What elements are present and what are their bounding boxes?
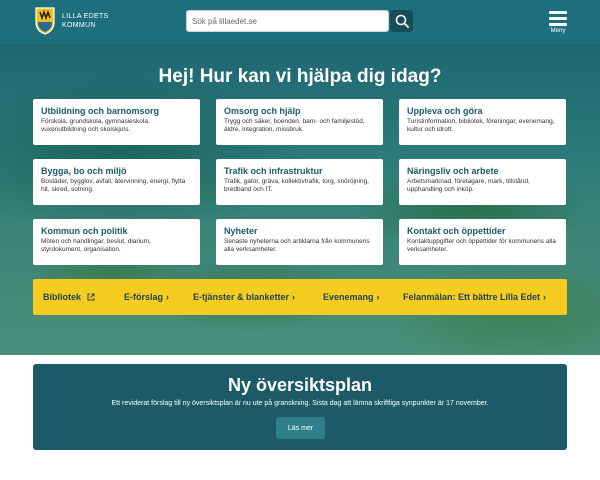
site-header: LILLA EDETS KOMMUN Meny <box>0 0 600 44</box>
card-uppleva[interactable]: Uppleva och göra Turistinformation, bibl… <box>399 99 566 145</box>
hamburger-icon-bar <box>549 17 567 20</box>
card-trafik[interactable]: Trafik och infrastruktur Trafik, gator, … <box>216 159 383 205</box>
read-more-button[interactable]: Läs mer <box>276 417 325 439</box>
municipality-logo[interactable] <box>33 6 57 36</box>
chevron-right-icon: › <box>292 292 296 302</box>
card-kontakt[interactable]: Kontakt och öppettider Kontaktuppgifter … <box>399 219 566 265</box>
quick-link-label: E-förslag <box>124 292 164 302</box>
quick-link-label: E-tjänster & blanketter <box>193 292 290 302</box>
quick-link-bibliotek[interactable]: Bibliotek <box>43 279 95 315</box>
search-input[interactable] <box>187 11 388 32</box>
logo-line-2: KOMMUN <box>62 22 96 29</box>
card-description: Kontaktuppgifter och öppettider för komm… <box>407 238 556 253</box>
announcement-banner: Ny översiktsplan Ett reviderat förslag t… <box>33 364 567 450</box>
card-description: Möten och handlingar, beslut, diarium, s… <box>41 238 151 253</box>
card-title: Näringsliv och arbete <box>407 166 499 176</box>
hero-section: Hej! Hur kan vi hjälpa dig idag? Utbildn… <box>0 44 600 355</box>
card-title: Omsorg och hjälp <box>224 106 301 116</box>
card-nyheter[interactable]: Nyheter Senaste nyheterna och artiklarna… <box>216 219 383 265</box>
card-bygga[interactable]: Bygga, bo och miljö Bostäder, bygglov, a… <box>33 159 200 205</box>
card-title: Kommun och politik <box>41 226 128 236</box>
announcement-title: Ny översiktsplan <box>227 375 373 395</box>
card-description: Turistinformation, bibliotek, föreningar… <box>407 118 555 133</box>
coat-of-arms-icon <box>35 7 55 35</box>
chevron-right-icon: › <box>543 292 547 302</box>
hero-title: Hej! Hur kan vi hjälpa dig idag? <box>158 66 442 87</box>
card-title: Bygga, bo och miljö <box>41 166 127 176</box>
quick-link-label: Felanmälan: Ett bättre Lilla Edet <box>403 292 541 302</box>
hamburger-icon <box>549 11 567 14</box>
quick-links-bar: Bibliotek E-förslag › E-tjänster & blanke… <box>33 279 567 315</box>
card-description: Arbetsmarknad, företagare, mark, tillstå… <box>407 178 530 193</box>
quick-link-label: Evenemang <box>323 292 374 302</box>
search-button[interactable] <box>390 10 413 32</box>
card-kommun[interactable]: Kommun och politik Möten och handlingar,… <box>33 219 200 265</box>
external-link-icon <box>87 293 95 301</box>
chevron-right-icon: › <box>166 292 170 302</box>
card-omsorg[interactable]: Omsorg och hjälp Trygg och säker, boende… <box>216 99 383 145</box>
quick-link-evenemang[interactable]: Evenemang › <box>323 279 380 315</box>
card-title: Kontakt och öppettider <box>407 226 506 236</box>
card-title: Trafik och infrastruktur <box>224 166 323 176</box>
logo-line-1: LILLA EDETS <box>62 13 109 20</box>
quick-link-label: Bibliotek <box>43 292 82 302</box>
card-description: Bostäder, bygglov, avfall, återvinning, … <box>41 178 186 193</box>
menu-button[interactable]: Meny <box>546 9 570 37</box>
chevron-right-icon: › <box>376 292 380 302</box>
card-description: Trygg och säker, boenden, barn- och fami… <box>224 118 365 133</box>
card-utbildning[interactable]: Utbildning och barnomsorg Förskola, grun… <box>33 99 200 145</box>
announcement-text: Ett reviderat förslag till ny översiktsp… <box>111 400 489 407</box>
menu-label: Meny <box>550 28 566 34</box>
card-description: Trafik, gator, gräva, kollektivtrafik, t… <box>224 178 369 193</box>
card-title: Utbildning och barnomsorg <box>41 106 159 116</box>
quick-link-e-forslag[interactable]: E-förslag › <box>124 279 169 315</box>
card-title: Nyheter <box>224 226 258 236</box>
card-title: Uppleva och göra <box>407 106 483 116</box>
logo-text[interactable]: LILLA EDETS KOMMUN <box>62 12 109 30</box>
card-description: Förskola, grundskola, gymnasieskola, vux… <box>41 118 150 133</box>
card-description: Senaste nyheterna och artiklarna från ko… <box>224 238 370 253</box>
search-box <box>186 10 389 32</box>
search-icon <box>395 14 409 28</box>
card-naringsliv[interactable]: Näringsliv och arbete Arbetsmarknad, för… <box>399 159 566 205</box>
quick-link-felanmalan[interactable]: Felanmälan: Ett bättre Lilla Edet › <box>403 279 546 315</box>
hamburger-icon-bar <box>549 23 567 26</box>
quick-link-e-tjanster[interactable]: E-tjänster & blanketter › <box>193 279 295 315</box>
